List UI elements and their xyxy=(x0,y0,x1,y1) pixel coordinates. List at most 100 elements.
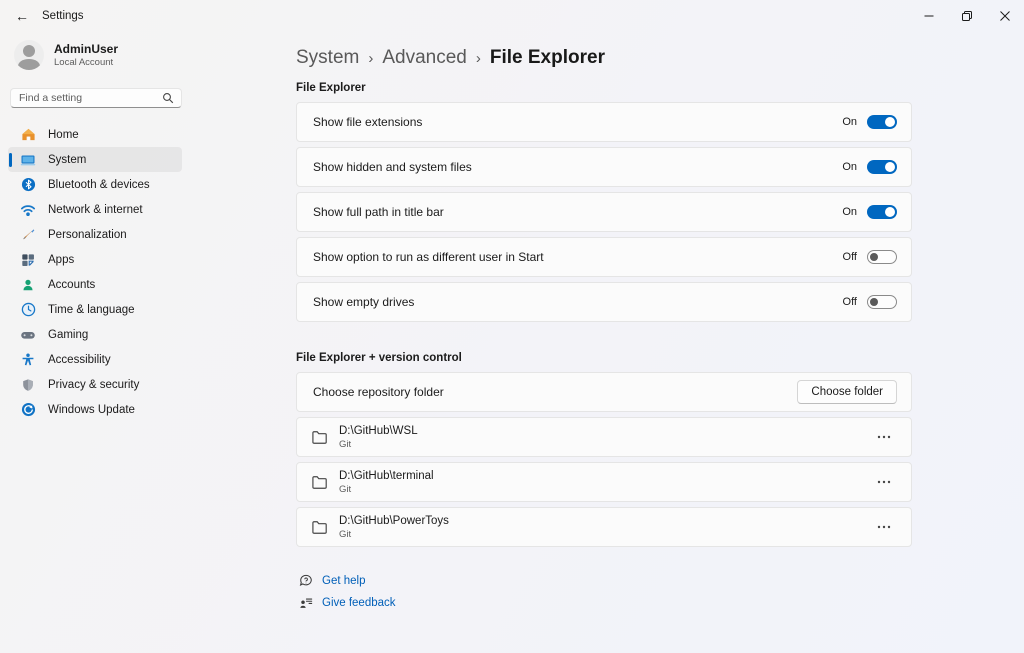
footer-links: Get help Give feedback xyxy=(298,571,912,613)
sidebar-item-accounts[interactable]: Accounts xyxy=(8,272,182,297)
window-controls xyxy=(910,0,1024,32)
setting-label: Choose repository folder xyxy=(313,385,797,399)
back-button[interactable]: ← xyxy=(6,2,38,30)
titlebar: ← Settings xyxy=(0,0,1024,32)
sidebar-item-label: Home xyxy=(48,129,79,141)
user-name: AdminUser xyxy=(54,42,118,57)
repo-more-button[interactable] xyxy=(871,521,897,533)
sidebar-item-label: Bluetooth & devices xyxy=(48,179,150,191)
home-icon xyxy=(20,127,36,143)
close-button[interactable] xyxy=(986,0,1024,32)
network-icon xyxy=(20,202,36,218)
folder-icon xyxy=(311,429,328,446)
sidebar-item-label: Network & internet xyxy=(48,204,143,216)
toggle-knob xyxy=(885,162,895,172)
setting-label: Show file extensions xyxy=(313,115,842,129)
sidebar-item-home[interactable]: Home xyxy=(8,122,182,147)
sidebar-item-apps[interactable]: Apps xyxy=(8,247,182,272)
get-help-link[interactable]: Get help xyxy=(298,571,912,591)
more-icon xyxy=(877,525,891,529)
repo-subtitle: Git xyxy=(339,484,871,496)
toggle-show-empty-drives[interactable] xyxy=(867,295,897,309)
breadcrumb-advanced[interactable]: Advanced xyxy=(382,47,467,69)
time-language-icon xyxy=(20,302,36,318)
section-title-version-control: File Explorer + version control xyxy=(296,352,912,366)
sidebar-item-label: Accounts xyxy=(48,279,95,291)
setting-row-run-as-different-user: Show option to run as different user in … xyxy=(296,237,912,277)
accessibility-icon xyxy=(20,352,36,368)
sidebar-item-time-language[interactable]: Time & language xyxy=(8,297,182,322)
setting-label: Show empty drives xyxy=(313,295,843,309)
search-input[interactable] xyxy=(11,92,162,104)
setting-label: Show full path in title bar xyxy=(313,205,842,219)
repo-more-button[interactable] xyxy=(871,476,897,488)
minimize-icon xyxy=(924,11,934,21)
privacy-shield-icon xyxy=(20,377,36,393)
repo-row-wsl: D:\GitHub\WSL Git xyxy=(296,417,912,457)
sidebar-item-label: System xyxy=(48,154,86,166)
apps-icon xyxy=(20,252,36,268)
toggle-state-label: On xyxy=(842,161,857,173)
minimize-button[interactable] xyxy=(910,0,948,32)
setting-label: Show hidden and system files xyxy=(313,160,842,174)
sidebar-item-label: Privacy & security xyxy=(48,379,139,391)
breadcrumb-current-page: File Explorer xyxy=(490,47,605,69)
get-help-icon xyxy=(298,574,314,588)
section-title-file-explorer: File Explorer xyxy=(296,82,912,96)
accounts-icon xyxy=(20,277,36,293)
breadcrumb-system[interactable]: System xyxy=(296,47,359,69)
sidebar-item-network-internet[interactable]: Network & internet xyxy=(8,197,182,222)
repo-row-powertoys: D:\GitHub\PowerToys Git xyxy=(296,507,912,547)
give-feedback-icon xyxy=(298,596,314,610)
main-content: System › Advanced › File Explorer File E… xyxy=(296,32,912,613)
choose-folder-button[interactable]: Choose folder xyxy=(797,380,897,404)
sidebar-item-label: Time & language xyxy=(48,304,135,316)
toggle-show-file-extensions[interactable] xyxy=(867,115,897,129)
sidebar-item-system[interactable]: System xyxy=(8,147,182,172)
repo-subtitle: Git xyxy=(339,529,871,541)
toggle-state-label: Off xyxy=(843,296,857,308)
sidebar-nav: Home System Bluetooth & devices Network … xyxy=(8,122,182,422)
setting-row-show-file-extensions: Show file extensions On xyxy=(296,102,912,142)
give-feedback-link[interactable]: Give feedback xyxy=(298,593,912,613)
system-icon xyxy=(20,152,36,168)
avatar xyxy=(14,40,44,70)
search-icon xyxy=(162,92,174,104)
toggle-knob xyxy=(870,298,878,306)
sidebar-item-windows-update[interactable]: Windows Update xyxy=(8,397,182,422)
sidebar-item-bluetooth-devices[interactable]: Bluetooth & devices xyxy=(8,172,182,197)
close-icon xyxy=(1000,11,1010,21)
toggle-knob xyxy=(885,207,895,217)
repo-subtitle: Git xyxy=(339,439,871,451)
sidebar-item-label: Windows Update xyxy=(48,404,135,416)
back-arrow-icon: ← xyxy=(15,8,29,24)
sidebar-item-gaming[interactable]: Gaming xyxy=(8,322,182,347)
sidebar-item-label: Accessibility xyxy=(48,354,111,366)
user-account[interactable]: AdminUser Local Account xyxy=(14,40,290,70)
sidebar-item-accessibility[interactable]: Accessibility xyxy=(8,347,182,372)
toggle-show-hidden-system-files[interactable] xyxy=(867,160,897,174)
user-account-type: Local Account xyxy=(54,57,118,69)
setting-label: Show option to run as different user in … xyxy=(313,250,843,264)
toggle-show-full-path[interactable] xyxy=(867,205,897,219)
folder-icon xyxy=(311,474,328,491)
toggle-state-label: On xyxy=(842,206,857,218)
get-help-label: Get help xyxy=(322,575,365,587)
repo-more-button[interactable] xyxy=(871,431,897,443)
restore-button[interactable] xyxy=(948,0,986,32)
toggle-knob xyxy=(870,253,878,261)
setting-row-show-hidden-system-files: Show hidden and system files On xyxy=(296,147,912,187)
chevron-right-icon: › xyxy=(368,49,373,67)
repo-path: D:\GitHub\WSL xyxy=(339,424,871,438)
breadcrumb: System › Advanced › File Explorer xyxy=(296,44,912,72)
more-icon xyxy=(877,435,891,439)
sidebar-item-privacy-security[interactable]: Privacy & security xyxy=(8,372,182,397)
toggle-run-as-different-user[interactable] xyxy=(867,250,897,264)
repo-path: D:\GitHub\terminal xyxy=(339,469,871,483)
personalization-icon xyxy=(20,227,36,243)
sidebar-item-personalization[interactable]: Personalization xyxy=(8,222,182,247)
folder-icon xyxy=(311,519,328,536)
restore-icon xyxy=(962,11,972,21)
setting-row-show-full-path: Show full path in title bar On xyxy=(296,192,912,232)
sidebar-item-label: Personalization xyxy=(48,229,127,241)
